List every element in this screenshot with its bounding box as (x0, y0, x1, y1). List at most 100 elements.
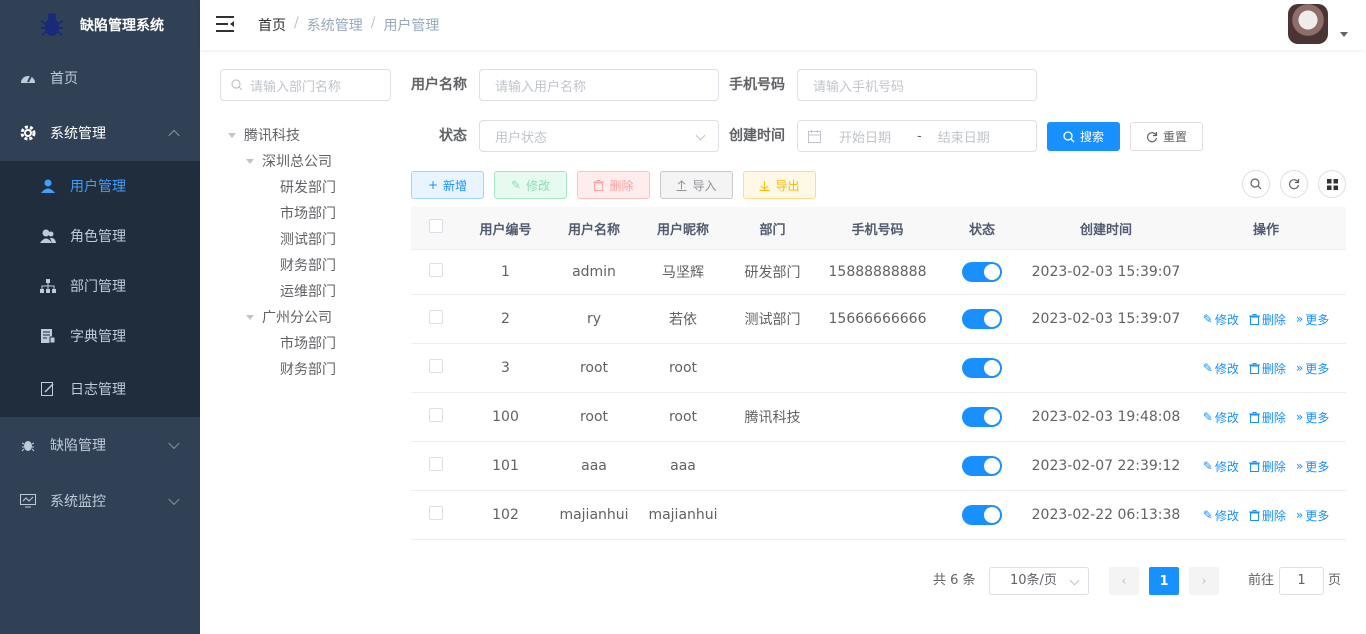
status-switch[interactable] (962, 456, 1002, 476)
tree-node[interactable]: 腾讯科技 (228, 122, 300, 148)
row-delete-link[interactable]: 删除 (1248, 360, 1286, 377)
search-button-label: 搜索 (1079, 130, 1104, 144)
date-range-picker[interactable]: 开始日期 - 结束日期 (797, 120, 1037, 152)
hamburger-icon[interactable] (216, 16, 234, 32)
sidebar-item-bugs[interactable]: 缺陷管理 (0, 417, 200, 473)
row-edit-link[interactable]: ✎ 修改 (1203, 507, 1239, 524)
tree-node[interactable]: 市场部门 (280, 330, 336, 356)
dashboard-icon (20, 70, 36, 86)
caret-down-icon[interactable] (228, 132, 236, 138)
status-switch[interactable] (962, 262, 1002, 282)
op-label: 修改 (1214, 410, 1239, 425)
next-page-button[interactable]: › (1189, 567, 1219, 595)
add-button[interactable]: + 新增 (411, 171, 484, 199)
delete-button[interactable]: 删除 (577, 171, 650, 199)
sidebar-item-logs[interactable]: 日志管理 (0, 361, 200, 417)
import-button[interactable]: 导入 (660, 171, 733, 199)
sidebar-item-depts[interactable]: 部门管理 (0, 261, 200, 311)
sidebar-item-system[interactable]: 系统管理 (0, 105, 200, 161)
row-checkbox[interactable] (429, 359, 443, 373)
status-switch[interactable] (962, 358, 1002, 378)
breadcrumb: 首页 / 系统管理 / 用户管理 (258, 15, 439, 35)
cell-user-id: 3 (501, 360, 510, 376)
tree-node[interactable]: 研发部门 (280, 174, 336, 200)
sidebar-item-label: 系统管理 (50, 126, 106, 142)
toggle-search-button[interactable] (1242, 170, 1270, 198)
caret-down-icon[interactable] (246, 314, 254, 320)
row-checkbox[interactable] (429, 310, 443, 324)
breadcrumb-item[interactable]: 首页 (258, 15, 286, 35)
status-switch[interactable] (962, 505, 1002, 525)
status-select[interactable]: 用户状态 (479, 120, 719, 152)
table-row[interactable]: 2 ry 若依 测试部门 15666666666 2023-02-03 15:39:07 ✎… (411, 295, 1346, 344)
reset-button[interactable]: 重置 (1130, 122, 1203, 151)
tree-node[interactable]: 财务部门 (280, 356, 336, 382)
row-delete-link[interactable]: 删除 (1248, 507, 1286, 524)
avatar[interactable] (1288, 4, 1328, 44)
sidebar-item-monitor[interactable]: 系统监控 (0, 473, 200, 529)
sidebar-item-label: 用户管理 (70, 179, 126, 195)
sidebar-item-users[interactable]: 用户管理 (0, 161, 200, 211)
refresh-button[interactable] (1280, 170, 1308, 198)
breadcrumb-item: 系统管理 (306, 18, 363, 34)
row-checkbox[interactable] (429, 506, 443, 520)
goto-page-input[interactable]: 1 (1279, 567, 1324, 595)
caret-down-icon[interactable] (1340, 32, 1348, 37)
tree-node[interactable]: 测试部门 (280, 226, 336, 252)
table-row[interactable]: 100 root root 腾讯科技 2023-02-03 19:48:08 ✎ 修改 删除 »… (411, 393, 1346, 442)
sidebar-item-roles[interactable]: 角色管理 (0, 211, 200, 261)
cell-phone: 15666666666 (828, 311, 927, 327)
row-checkbox[interactable] (429, 408, 443, 422)
chevron-right-icon: › (1201, 573, 1207, 589)
columns-button[interactable] (1318, 170, 1346, 198)
cell-dept: 腾讯科技 (744, 410, 801, 426)
table-row[interactable]: 3 root root ✎ 修改 删除 » 更多 (411, 344, 1346, 393)
row-delete-link[interactable]: 删除 (1248, 409, 1286, 426)
row-more-link[interactable]: » 更多 (1296, 409, 1329, 426)
sidebar-item-dicts[interactable]: 字典管理 (0, 311, 200, 361)
double-chevron-right-icon: » (1295, 508, 1304, 522)
status-switch[interactable] (962, 309, 1002, 329)
username-input[interactable]: 请输入用户名称 (479, 69, 719, 101)
row-more-link[interactable]: » 更多 (1296, 507, 1329, 524)
status-switch[interactable] (962, 407, 1002, 427)
page-size-select[interactable]: 10条/页 (989, 567, 1089, 595)
sidebar-item-label: 日志管理 (70, 382, 126, 398)
row-checkbox[interactable] (429, 263, 443, 277)
edit-button[interactable]: ✎ 修改 (494, 171, 567, 199)
dept-search-input[interactable]: 请输入部门名称 (220, 69, 391, 101)
row-edit-link[interactable]: ✎ 修改 (1203, 311, 1239, 328)
prev-page-button[interactable]: ‹ (1109, 567, 1139, 595)
page-number-button[interactable]: 1 (1149, 567, 1179, 595)
row-delete-link[interactable]: 删除 (1248, 458, 1286, 475)
phone-input[interactable]: 请输入手机号码 (797, 69, 1037, 101)
tree-node-label: 腾讯科技 (244, 128, 300, 144)
row-more-link[interactable]: » 更多 (1296, 458, 1329, 475)
search-button[interactable]: 搜索 (1047, 122, 1120, 151)
sidebar-item-home[interactable]: 首页 (0, 50, 200, 105)
row-checkbox[interactable] (429, 457, 443, 471)
caret-down-icon[interactable] (246, 158, 254, 164)
tree-node[interactable]: 运维部门 (280, 278, 336, 304)
table-row[interactable]: 1 admin 马坚辉 研发部门 15888888888 2023-02-03 15:39… (411, 250, 1346, 295)
row-edit-link[interactable]: ✎ 修改 (1203, 360, 1239, 377)
edit-button-label: 修改 (526, 178, 551, 193)
table-row[interactable]: 102 majianhui majianhui 2023-02-22 06:13:38… (411, 491, 1346, 540)
table-row[interactable]: 101 aaa aaa 2023-02-07 22:39:12 ✎ 修改 删除 » 更多 (411, 442, 1346, 491)
cell-nickname: root (668, 409, 698, 425)
app-logo[interactable]: 缺陷管理系统 (0, 0, 200, 50)
row-edit-link[interactable]: ✎ 修改 (1203, 409, 1239, 426)
select-all-checkbox[interactable] (429, 219, 443, 233)
row-edit-link[interactable]: ✎ 修改 (1203, 458, 1239, 475)
tree-node[interactable]: 财务部门 (280, 252, 336, 278)
tree-node[interactable]: 深圳总公司 (246, 148, 332, 174)
tree-node[interactable]: 广州分公司 (246, 304, 332, 330)
table-header: 用户编号 用户名称 用户昵称 部门 手机号码 状态 创建时间 操作 (411, 207, 1346, 250)
row-more-link[interactable]: » 更多 (1296, 360, 1329, 377)
tree-node[interactable]: 市场部门 (280, 200, 336, 226)
row-more-link[interactable]: » 更多 (1296, 311, 1329, 328)
row-delete-link[interactable]: 删除 (1248, 311, 1286, 328)
cell-actions: ✎ 修改 删除 » 更多 (1186, 507, 1346, 524)
export-button[interactable]: 导出 (743, 171, 816, 199)
add-button-label: 新增 (443, 178, 468, 193)
